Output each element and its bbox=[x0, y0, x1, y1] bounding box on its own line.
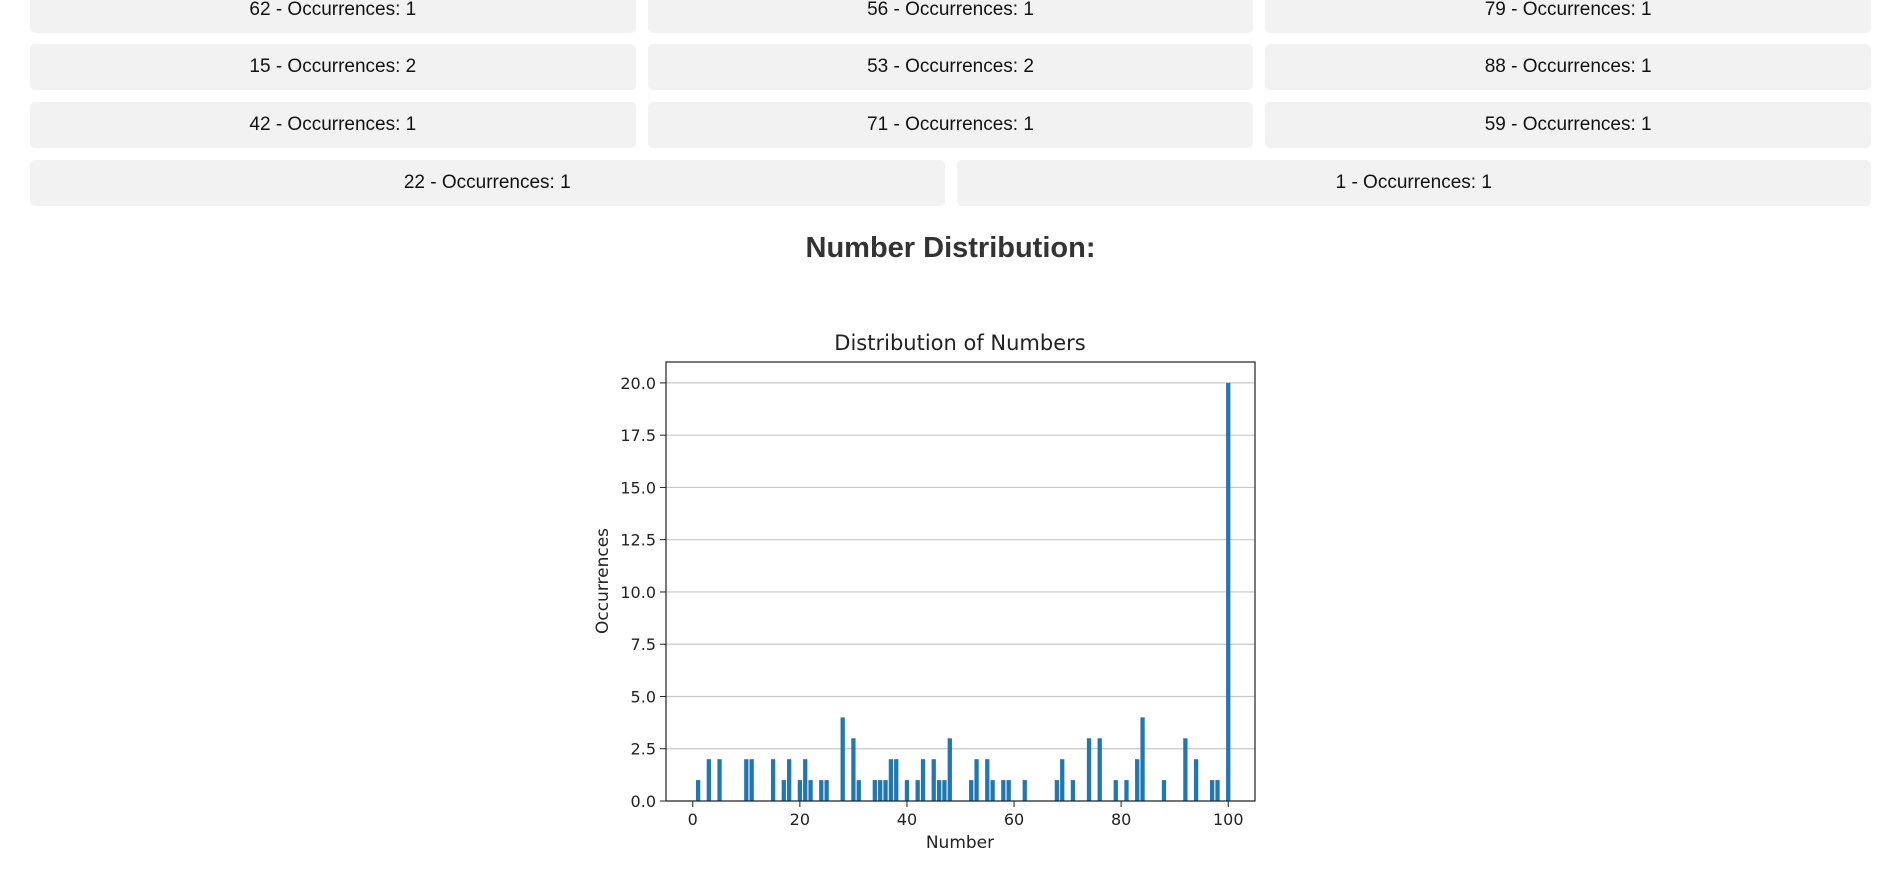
bar bbox=[1124, 780, 1129, 801]
page: 62 - Occurrences: 1 56 - Occurrences: 1 … bbox=[0, 0, 1901, 885]
occurrence-row: 62 - Occurrences: 1 56 - Occurrences: 1 … bbox=[30, 0, 1871, 33]
bar bbox=[1086, 738, 1092, 801]
bar bbox=[936, 780, 942, 801]
bar bbox=[1001, 780, 1006, 801]
bar bbox=[803, 759, 808, 801]
y-tick-label: 20.0 bbox=[620, 374, 656, 393]
bar bbox=[888, 759, 894, 801]
bar bbox=[851, 738, 856, 801]
x-tick-label: 100 bbox=[1213, 810, 1244, 829]
bar bbox=[969, 780, 974, 801]
y-tick-label: 12.5 bbox=[620, 531, 656, 550]
bar bbox=[904, 780, 910, 801]
bar bbox=[717, 759, 722, 801]
bar bbox=[990, 780, 995, 801]
bar bbox=[974, 759, 979, 801]
bar bbox=[1097, 738, 1102, 801]
bar bbox=[985, 759, 990, 801]
y-axis-label: Occurrences bbox=[593, 528, 613, 634]
x-tick-label: 20 bbox=[790, 810, 810, 829]
bar bbox=[856, 780, 861, 801]
occurrence-card: 42 - Occurrences: 1 bbox=[30, 102, 636, 148]
x-axis-label: Number bbox=[926, 833, 994, 853]
x-tick-label: 0 bbox=[688, 810, 698, 829]
bar bbox=[1054, 780, 1060, 801]
bar bbox=[894, 759, 899, 801]
bar bbox=[1161, 780, 1167, 801]
x-tick-label: 80 bbox=[1111, 810, 1131, 829]
bar bbox=[840, 717, 845, 801]
y-tick-label: 2.5 bbox=[631, 740, 656, 759]
bar bbox=[744, 759, 749, 801]
bar bbox=[920, 759, 926, 801]
occurrence-card: 71 - Occurrences: 1 bbox=[647, 102, 1254, 148]
bar bbox=[947, 738, 952, 801]
occurrence-row: 15 - Occurrences: 2 53 - Occurrences: 2 … bbox=[30, 44, 1871, 90]
chart-svg: 0.0 2.5 5.0 7.5 10.0 12.5 15.0 17.5 20.0 0 20 40 60 8… bbox=[593, 331, 1256, 853]
occurrence-card: 56 - Occurrences: 1 bbox=[647, 0, 1254, 33]
y-tick-label: 10.0 bbox=[620, 583, 656, 602]
bar bbox=[1022, 780, 1027, 801]
bar bbox=[787, 759, 792, 801]
grid-lines bbox=[666, 382, 1255, 802]
bar bbox=[1215, 780, 1220, 801]
bar bbox=[781, 780, 786, 801]
bar bbox=[1193, 759, 1199, 801]
bar bbox=[1210, 780, 1215, 801]
section-title: Number Distribution: bbox=[805, 232, 1096, 264]
bar bbox=[942, 780, 947, 801]
occurrence-card: 79 - Occurrences: 1 bbox=[1265, 0, 1871, 33]
y-tick-label: 7.5 bbox=[631, 635, 656, 654]
occurrence-card: 62 - Occurrences: 1 bbox=[30, 0, 636, 33]
x-tick-label: 40 bbox=[897, 810, 917, 829]
bar bbox=[808, 780, 813, 801]
y-tick-label: 5.0 bbox=[631, 687, 656, 706]
distribution-chart: 0.0 2.5 5.0 7.5 10.0 12.5 15.0 17.5 20.0 0 20 40 60 8… bbox=[580, 318, 1300, 858]
bar bbox=[1140, 717, 1145, 801]
bar bbox=[872, 780, 877, 801]
bar bbox=[1183, 738, 1188, 801]
bar bbox=[819, 780, 824, 801]
occurrence-card: 15 - Occurrences: 2 bbox=[30, 44, 636, 90]
y-tick-label: 15.0 bbox=[620, 478, 656, 497]
bar bbox=[883, 780, 888, 801]
occurrence-card: 22 - Occurrences: 1 bbox=[30, 160, 945, 206]
bar bbox=[706, 759, 711, 801]
x-tick-label: 60 bbox=[1004, 810, 1024, 829]
bar bbox=[749, 759, 754, 801]
bar bbox=[1006, 780, 1011, 801]
y-tick-label: 17.5 bbox=[620, 426, 656, 445]
bar bbox=[878, 780, 883, 801]
occurrence-card: 88 - Occurrences: 1 bbox=[1265, 44, 1871, 90]
occurrence-card: 53 - Occurrences: 2 bbox=[647, 44, 1254, 90]
bar bbox=[695, 780, 701, 801]
occurrence-row: 42 - Occurrences: 1 71 - Occurrences: 1 … bbox=[30, 102, 1871, 148]
bar bbox=[931, 759, 936, 801]
bar bbox=[1060, 759, 1065, 801]
bar bbox=[797, 780, 803, 801]
bar bbox=[1070, 780, 1076, 801]
bar bbox=[824, 780, 829, 801]
chart-title: Distribution of Numbers bbox=[834, 331, 1085, 355]
bar bbox=[1226, 382, 1231, 801]
bar bbox=[1113, 780, 1118, 801]
occurrence-row: 22 - Occurrences: 1 1 - Occurrences: 1 bbox=[30, 160, 1871, 206]
axes: 0.0 2.5 5.0 7.5 10.0 12.5 15.0 17.5 20.0 0 20 40 60 8… bbox=[620, 361, 1256, 829]
bar bbox=[1135, 759, 1140, 801]
plot-frame bbox=[665, 361, 1256, 802]
bar bbox=[915, 780, 920, 801]
occurrence-card: 1 - Occurrences: 1 bbox=[956, 160, 1871, 206]
y-tick-label: 0.0 bbox=[631, 792, 656, 811]
occurrence-card: 59 - Occurrences: 1 bbox=[1265, 102, 1871, 148]
bar bbox=[770, 759, 776, 801]
